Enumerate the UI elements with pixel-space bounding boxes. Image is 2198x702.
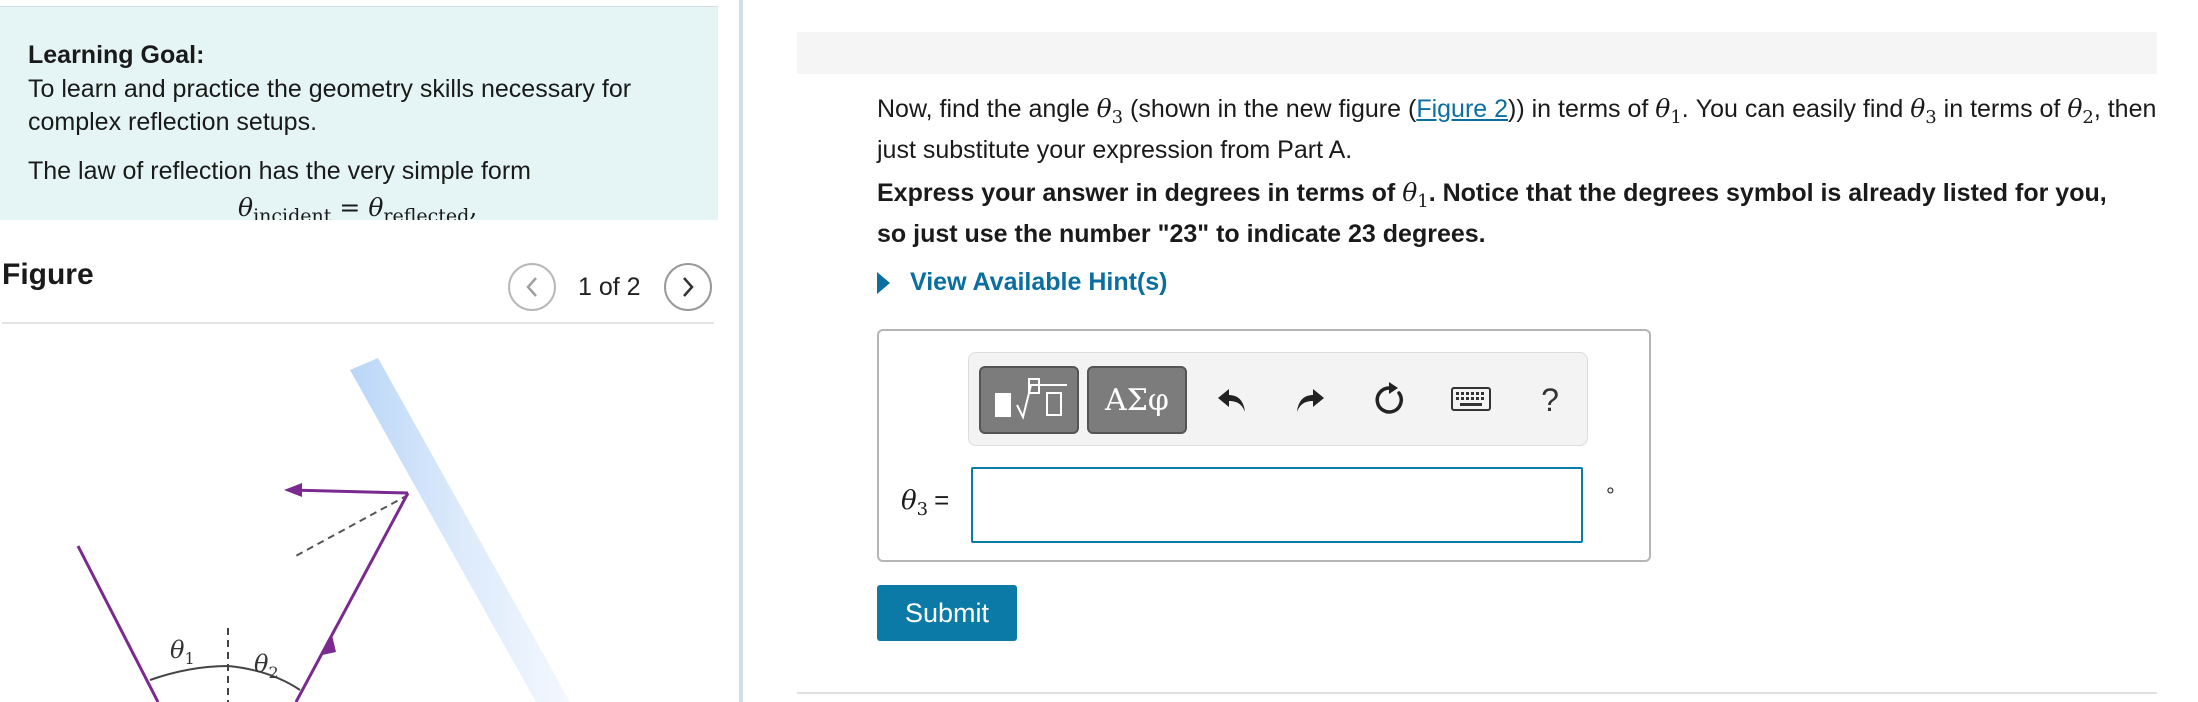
figure-2-link[interactable]: Figure 2 — [1416, 95, 1508, 123]
reset-button[interactable] — [1365, 375, 1415, 425]
left-ray — [76, 545, 160, 702]
answer-box: ΑΣφ ? θ3 = ° — [877, 329, 1651, 562]
figure-prev-button[interactable] — [508, 263, 556, 311]
theta1-arc — [149, 665, 229, 681]
figure-page-indicator: 1 of 2 — [578, 273, 641, 301]
learning-goal-box: Learning Goal: To learn and practice the… — [0, 6, 718, 220]
reflection-figure: θ1 θ2 — [76, 358, 570, 702]
answer-instruction: Express your answer in degrees in terms … — [877, 178, 2107, 248]
figure-next-button[interactable] — [664, 263, 712, 311]
left-panel: Learning Goal: To learn and practice the… — [0, 0, 740, 702]
undo-icon — [1218, 389, 1245, 412]
law-formula: θincident = θreflected, — [238, 193, 478, 220]
submit-button[interactable]: Submit — [877, 585, 1017, 641]
learning-goal-title: Learning Goal: — [28, 41, 205, 69]
question-text: Now, find the angle θ3 (shown in the new… — [877, 94, 2157, 164]
keyboard-icon — [1451, 387, 1491, 411]
theta1-label: θ1 — [170, 636, 195, 668]
view-hints-label: View Available Hint(s) — [910, 268, 1168, 296]
keyboard-button[interactable] — [1443, 375, 1499, 425]
redo-icon — [1297, 389, 1324, 412]
reflected-ray-arrowhead — [284, 483, 302, 497]
law-intro-text: The law of reflection has the very simpl… — [28, 157, 531, 185]
theta2-label: θ2 — [254, 650, 279, 682]
chevron-left-icon — [526, 277, 537, 297]
chevron-right-icon — [683, 277, 694, 297]
reflected-ray — [289, 488, 409, 495]
answer-variable-label: θ3 = — [901, 485, 950, 521]
math-toolbar: ΑΣφ ? — [968, 352, 1588, 446]
column-divider — [739, 0, 743, 702]
part-header-bar — [797, 32, 2157, 74]
bottom-divider — [797, 692, 2157, 694]
figure-divider — [2, 322, 714, 324]
learning-goal-text: To learn and practice the geometry skill… — [28, 75, 632, 136]
mirror — [350, 358, 570, 702]
view-hints-toggle[interactable]: View Available Hint(s) — [877, 268, 1167, 297]
caret-right-icon — [877, 271, 890, 294]
reset-icon — [1375, 382, 1403, 414]
templates-button[interactable] — [979, 366, 1079, 434]
redo-button[interactable] — [1285, 375, 1335, 425]
symbols-button[interactable]: ΑΣφ — [1087, 366, 1187, 434]
templates-icon — [995, 378, 1067, 420]
help-button[interactable]: ? — [1525, 375, 1575, 425]
answer-input[interactable] — [971, 467, 1583, 543]
degree-unit: ° — [1606, 483, 1615, 508]
undo-button[interactable] — [1207, 375, 1257, 425]
figure-heading: Figure — [2, 258, 94, 291]
